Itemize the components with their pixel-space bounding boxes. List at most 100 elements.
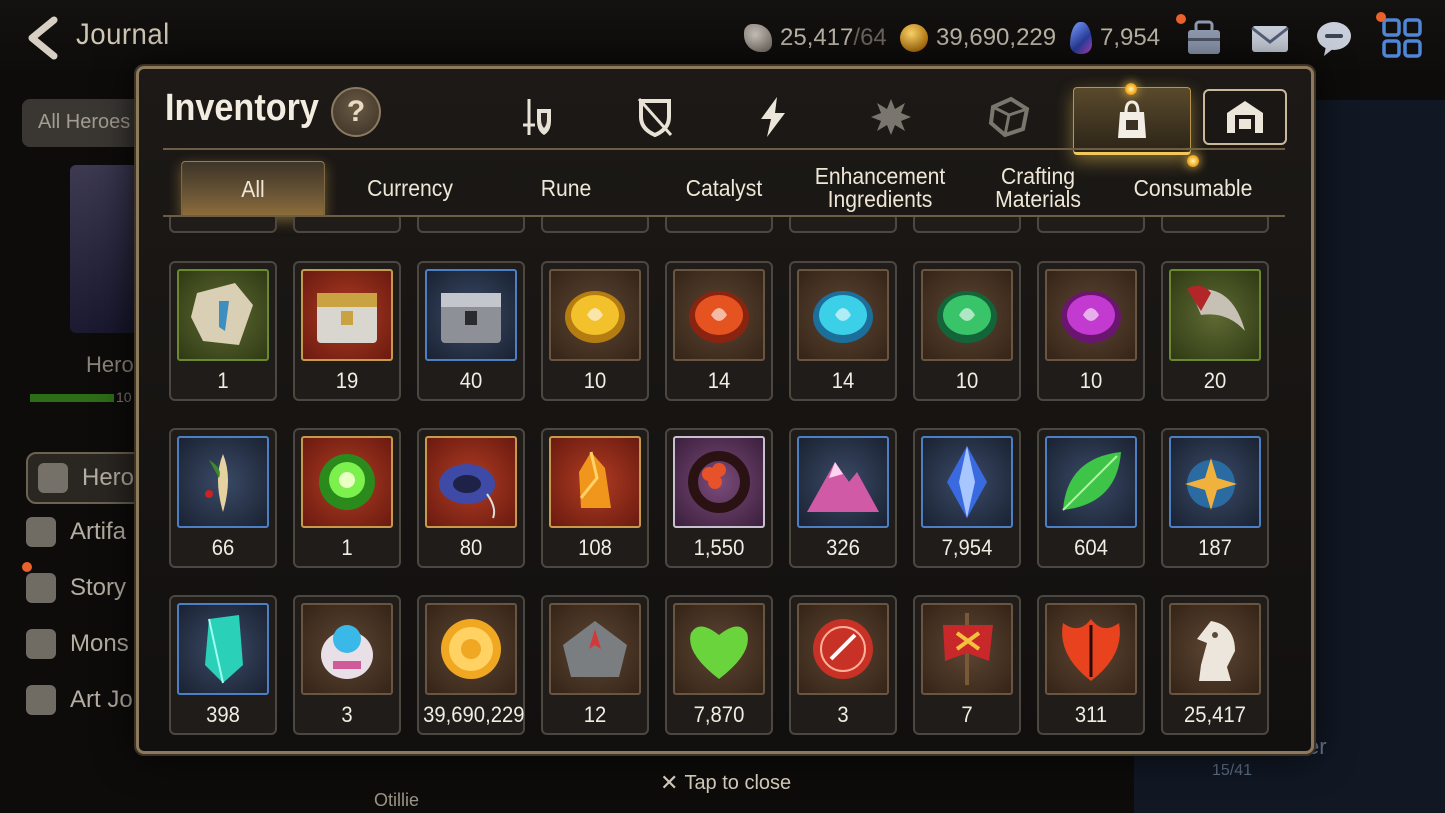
inventory-slot[interactable] xyxy=(1161,217,1269,233)
star-medal-icon xyxy=(1169,436,1261,528)
inventory-slot[interactable] xyxy=(169,217,277,233)
sidebar-item-label: Story xyxy=(70,574,127,601)
red-banner-icon xyxy=(921,603,1013,695)
inventory-slot[interactable]: 10 xyxy=(913,261,1021,401)
subtab-all[interactable]: All xyxy=(181,161,325,217)
menu-grid-icon[interactable] xyxy=(1380,16,1424,60)
blue-gem-icon xyxy=(921,436,1013,528)
stamina-value: 25,417 xyxy=(780,24,854,51)
red-leaf-icon xyxy=(1045,603,1137,695)
gold-icon xyxy=(900,24,928,52)
chat-icon[interactable] xyxy=(1312,16,1356,60)
mail-icon[interactable] xyxy=(1248,16,1292,60)
item-count: 25,417 xyxy=(1184,702,1246,727)
inventory-slot[interactable]: 187 xyxy=(1161,428,1269,568)
inventory-slot[interactable]: 10 xyxy=(541,261,649,401)
red-flower-ring-icon xyxy=(673,436,765,528)
tab-special[interactable] xyxy=(835,87,947,147)
inventory-slot[interactable] xyxy=(789,217,897,233)
consumable-notify-dot xyxy=(1187,155,1199,167)
back-arrow-icon[interactable] xyxy=(24,16,64,60)
green-orb-icon xyxy=(301,436,393,528)
inventory-slot[interactable]: 20 xyxy=(1161,261,1269,401)
inventory-slot[interactable]: 10 xyxy=(1037,261,1145,401)
tap-to-close[interactable]: ✕ Tap to close xyxy=(660,770,791,796)
subtab-consumable[interactable]: Consumable xyxy=(1123,161,1263,215)
inventory-slot[interactable] xyxy=(1037,217,1145,233)
inventory-slot[interactable]: 398 xyxy=(169,595,277,735)
tab-equipment[interactable] xyxy=(479,87,591,147)
gold-counter[interactable]: 39,690,229 xyxy=(900,20,1056,56)
subtab-rune[interactable]: Rune xyxy=(497,161,635,215)
artifact-journal-icon xyxy=(26,517,56,547)
inventory-slot[interactable]: 12 xyxy=(541,595,649,735)
top-bar: Journal 25,417 /64 39,690,229 7,954 xyxy=(0,0,1445,76)
inventory-slot[interactable] xyxy=(913,217,1021,233)
tab-storage[interactable] xyxy=(1203,89,1287,145)
inventory-slot[interactable] xyxy=(541,217,649,233)
inventory-slot[interactable]: 7,954 xyxy=(913,428,1021,568)
inventory-slot[interactable]: 3 xyxy=(789,595,897,735)
inventory-slot[interactable]: 1 xyxy=(169,261,277,401)
help-button[interactable]: ? xyxy=(331,87,381,137)
hero-name-label: Otillie xyxy=(374,790,420,810)
pink-mountain-icon xyxy=(797,436,889,528)
item-count: 311 xyxy=(1074,702,1108,727)
sidebar-item-label: Art Jo xyxy=(70,686,133,713)
inventory-slot[interactable] xyxy=(293,217,401,233)
hero-bag-icon[interactable] xyxy=(1182,16,1226,60)
inventory-slot[interactable]: 604 xyxy=(1037,428,1145,568)
inventory-slot[interactable]: 66 xyxy=(169,428,277,568)
inventory-slot[interactable]: 311 xyxy=(1037,595,1145,735)
item-count: 7,954 xyxy=(941,535,993,560)
background-right-count: 15/41 xyxy=(1212,762,1253,779)
item-count: 7 xyxy=(961,702,973,727)
ginseng-root-icon xyxy=(177,436,269,528)
inventory-slot[interactable]: 25,417 xyxy=(1161,595,1269,735)
tab-defense[interactable] xyxy=(599,87,711,147)
hero-progress-number: 10 xyxy=(116,389,132,405)
tab-skill[interactable] xyxy=(717,87,829,147)
inventory-slot[interactable]: 3 xyxy=(293,595,401,735)
gems-counter[interactable]: 7,954 xyxy=(1070,20,1160,56)
gold-value: 39,690,229 xyxy=(936,24,1057,51)
item-count: 604 xyxy=(1074,535,1108,560)
storage-icon xyxy=(1227,101,1263,133)
inventory-slot[interactable]: 40 xyxy=(417,261,525,401)
heroes-filter-button[interactable]: All Heroes xyxy=(22,99,142,147)
subtab-currency[interactable]: Currency xyxy=(339,161,481,215)
page-title: Journal xyxy=(76,18,170,51)
inventory-slot[interactable]: 326 xyxy=(789,428,897,568)
item-count: 1 xyxy=(217,368,229,393)
green-rune-icon xyxy=(921,269,1013,361)
inventory-slot[interactable] xyxy=(665,217,773,233)
inventory-slot[interactable]: 14 xyxy=(789,261,897,401)
inventory-slot[interactable]: 80 xyxy=(417,428,525,568)
inventory-slot[interactable]: 14 xyxy=(665,261,773,401)
inventory-slot[interactable]: 1 xyxy=(293,428,401,568)
hero-progress-bar xyxy=(30,394,114,402)
stamina-counter[interactable]: 25,417 /64 xyxy=(744,20,887,56)
green-leaf-icon xyxy=(1045,436,1137,528)
item-count: 108 xyxy=(578,535,612,560)
subtab-catalyst[interactable]: Catalyst xyxy=(653,161,795,215)
subtab-crafting-materials[interactable]: Crafting Materials xyxy=(967,161,1109,215)
hero-label: Hero xyxy=(86,352,134,377)
item-count: 40 xyxy=(459,368,483,393)
inventory-slot[interactable]: 39,690,229 xyxy=(417,595,525,735)
inventory-slot[interactable] xyxy=(417,217,525,233)
inventory-slot[interactable]: 108 xyxy=(541,428,649,568)
lightning-icon xyxy=(761,97,785,137)
inventory-slot[interactable]: 19 xyxy=(293,261,401,401)
inventory-slot[interactable]: 1,550 xyxy=(665,428,773,568)
stamina-max: /64 xyxy=(853,24,887,51)
tab-artifact[interactable] xyxy=(953,87,1065,147)
subtab-enhancement-ingredients[interactable]: Enhancement Ingredients xyxy=(811,161,949,215)
close-icon: ✕ xyxy=(660,770,679,795)
story-notify-dot xyxy=(22,562,32,572)
inventory-slot[interactable]: 7 xyxy=(913,595,1021,735)
inventory-grid[interactable]: 1 19 40 10 14 14 10 10 20 66 1 80 108 1,550 326 7,954 60… xyxy=(163,217,1287,737)
tab-bag[interactable] xyxy=(1073,87,1191,155)
gems-value: 7,954 xyxy=(1100,24,1161,51)
inventory-slot[interactable]: 7,870 xyxy=(665,595,773,735)
